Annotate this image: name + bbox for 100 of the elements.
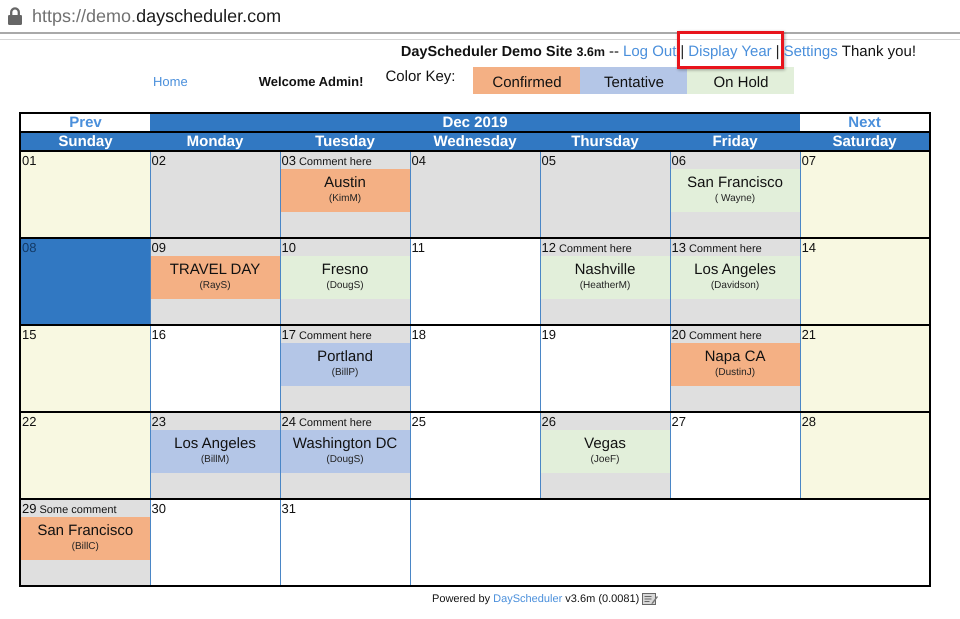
day-number: 09 [152,240,166,255]
event-block[interactable]: Portland (BillP) [280,343,410,386]
day-number: 13 [672,240,686,255]
month-title: Dec 2019 [150,113,800,132]
event-title: Vegas [583,435,627,453]
day-number: 30 [152,501,166,516]
day-cell[interactable]: 18 [410,325,540,412]
day-number: 28 [802,414,816,429]
version-text: 3.6m [576,44,605,61]
event-title: Portland [316,348,374,366]
event-block[interactable]: San Francisco ( Wayne) [670,169,800,212]
day-number: 26 [542,414,556,429]
day-number: 14 [802,240,816,255]
day-cell[interactable]: 29 Some comment San Francisco (BillC) [20,499,150,586]
day-number: 20 [672,327,686,342]
event-block[interactable]: Fresno (DougS) [280,256,410,299]
day-comment: Comment here [298,330,372,342]
separator-text: | [680,43,684,60]
day-cell[interactable]: 06 San Francisco ( Wayne) [670,151,800,238]
day-number: 02 [152,153,166,168]
day-cell[interactable]: 01 [20,151,150,238]
day-cell[interactable]: 10 Fresno (DougS) [280,238,410,325]
event-person: (BillC) [70,540,100,553]
day-cell[interactable]: 28 [800,412,930,499]
event-title: Fresno [320,261,370,279]
day-number: 18 [412,327,426,342]
event-person: (KimM) [328,192,362,205]
event-title: Washington DC [292,435,398,453]
event-person: (JoeF) [590,453,620,466]
day-cell[interactable]: 23 Los Angeles (BillM) [150,412,280,499]
day-cell[interactable]: 12 Comment here Nashville (HeatherM) [540,238,670,325]
event-block[interactable]: Los Angeles (Davidson) [670,256,800,299]
day-cell[interactable]: 30 [150,499,280,586]
day-cell[interactable]: 14 [800,238,930,325]
day-cell[interactable]: 13 Comment here Los Angeles (Davidson) [670,238,800,325]
day-cell[interactable]: 27 [670,412,800,499]
color-key-chip: Confirmed [473,67,580,94]
day-comment: Comment here [298,156,372,168]
event-person: ( Wayne) [714,192,756,205]
event-block[interactable]: Washington DC (DougS) [280,430,410,473]
day-number: 31 [282,501,296,516]
day-number: 08 [22,240,36,255]
day-number: 24 [282,414,296,429]
event-block[interactable]: Austin (KimM) [280,169,410,212]
day-number: 03 [282,153,296,168]
event-block[interactable]: Nashville (HeatherM) [540,256,670,299]
day-cell[interactable]: 07 [800,151,930,238]
dash-text: -- [609,43,619,60]
day-cell[interactable]: 22 [20,412,150,499]
event-person: (BillM) [200,453,230,466]
day-number: 19 [542,327,556,342]
day-number: 27 [672,414,686,429]
day-cell[interactable]: 02 [150,151,280,238]
day-cell[interactable]: 16 [150,325,280,412]
event-person: (BillP) [330,366,360,379]
footer-text: Powered by DayScheduler v3.6m (0.0081) [432,592,640,606]
day-number: 04 [412,153,426,168]
event-person: (DougS) [325,453,365,466]
welcome-text: Welcome Admin! [258,74,364,89]
day-number: 21 [802,327,816,342]
day-cell[interactable]: 04 [410,151,540,238]
event-block[interactable]: Vegas (JoeF) [540,430,670,473]
day-comment: Comment here [688,330,762,342]
event-block[interactable]: Napa CA (DustinJ) [670,343,800,386]
site-title: DayScheduler Demo Site [400,44,572,61]
notepad-icon[interactable] [642,593,658,605]
day-cell[interactable]: 21 [800,325,930,412]
day-cell[interactable]: 31 [280,499,410,586]
event-person: (DustinJ) [714,366,756,379]
event-person: (DougS) [325,279,365,292]
event-title: Nashville [574,261,636,279]
event-block[interactable]: TRAVEL DAY (RayS) [150,256,280,299]
day-cell[interactable]: 09 TRAVEL DAY (RayS) [150,238,280,325]
event-block[interactable]: San Francisco (BillC) [21,517,150,560]
day-cell[interactable]: 26 Vegas (JoeF) [540,412,670,499]
thanks-text: Thank you! [842,43,916,60]
event-person: (HeatherM) [578,279,632,292]
separator-text: | [776,43,780,60]
day-cell[interactable]: 05 [540,151,670,238]
event-block[interactable]: Los Angeles (BillM) [150,430,280,473]
day-number: 01 [22,153,36,168]
day-cell[interactable]: 03 Comment here Austin (KimM) [280,151,410,238]
address-bar[interactable]: https://demo.dayscheduler.com [0,0,960,34]
url-text[interactable]: https://demo.dayscheduler.com [32,6,282,26]
event-title: Los Angeles [693,261,777,279]
color-key-chip: Tentative [580,67,688,94]
day-number: 25 [412,414,426,429]
color-key-label: Color Key: [385,68,456,86]
day-cell[interactable]: 17 Comment here Portland (BillP) [280,325,410,412]
day-comment: Comment here [688,243,762,255]
day-number: 10 [282,240,296,255]
day-cell[interactable]: 24 Comment here Washington DC (DougS) [280,412,410,499]
day-cell[interactable]: 25 [410,412,540,499]
lock-icon [8,7,22,25]
day-number: 11 [412,240,425,255]
day-cell[interactable]: 19 [540,325,670,412]
day-cell[interactable]: 20 Comment here Napa CA (DustinJ) [670,325,800,412]
day-cell[interactable]: 15 [20,325,150,412]
day-number: 12 [542,240,556,255]
day-cell[interactable]: 11 [410,238,540,325]
